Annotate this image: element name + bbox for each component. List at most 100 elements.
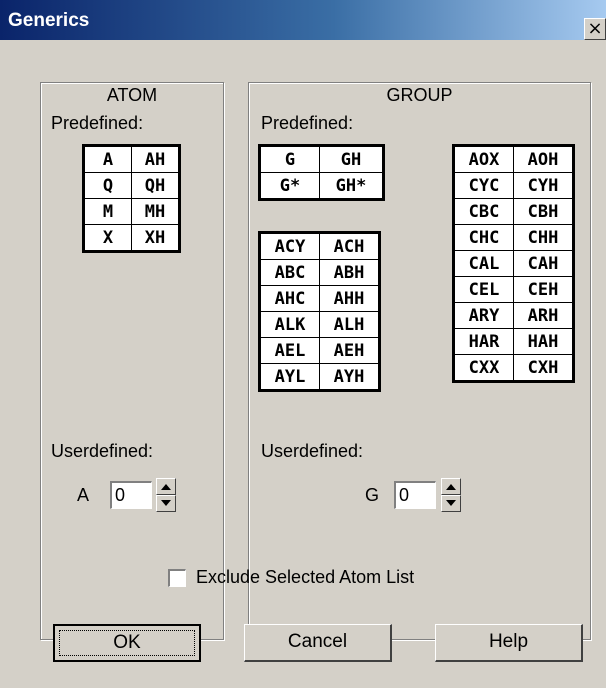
atom-spinner <box>156 478 176 512</box>
generic-code-cell: CYH <box>513 172 574 199</box>
generic-code-cell: HAR <box>453 328 514 355</box>
group-left-table: ACY ACH ABC ABH AHC AHH ALK ALH AEL AEH AYL AYH <box>258 231 381 392</box>
generic-code-cell: AOX <box>453 145 514 173</box>
generic-code-cell: M <box>83 198 132 225</box>
generic-code-cell: AEH <box>319 337 380 364</box>
generic-code-cell: CXH <box>513 354 574 382</box>
group-predefined-label: Predefined: <box>261 113 354 133</box>
group-spin-down-button[interactable] <box>441 495 461 512</box>
generic-code-cell: ACH <box>319 232 380 260</box>
generic-code-cell: AH <box>131 145 180 173</box>
table-row: CHC CHH <box>453 224 574 251</box>
table-row: CAL CAH <box>453 250 574 277</box>
chevron-down-icon <box>446 500 456 506</box>
table-row: G GH <box>259 145 384 173</box>
exclude-checkbox[interactable] <box>168 569 186 587</box>
group-title: GROUP <box>386 85 453 105</box>
group-userdefined-input[interactable]: 0 <box>394 481 436 509</box>
atom-userdefined-input[interactable]: 0 <box>110 481 152 509</box>
generic-code-cell: ACY <box>259 232 320 260</box>
generic-code-cell: GH* <box>319 172 384 200</box>
generic-code-cell: CHC <box>453 224 514 251</box>
generic-code-cell: CBH <box>513 198 574 225</box>
group-userdefined-label: Userdefined: <box>261 441 364 461</box>
table-row: AYL AYH <box>259 363 380 391</box>
generic-code-cell: AYL <box>259 363 320 391</box>
generic-code-cell: CEH <box>513 276 574 303</box>
generic-code-cell: Q <box>83 172 132 199</box>
atom-spin-prefix: A <box>77 485 90 505</box>
group-spin-up-button[interactable] <box>441 478 461 495</box>
table-row: ABC ABH <box>259 259 380 286</box>
generic-code-cell: CYC <box>453 172 514 199</box>
generic-code-cell: A <box>83 145 132 173</box>
atom-predefined-table: A AH Q QH M MH X XH <box>82 144 181 253</box>
generic-code-cell: ALH <box>319 311 380 338</box>
cancel-button[interactable]: Cancel <box>244 624 392 662</box>
generics-dialog: Generics × ATOM Predefined: A AH Q QH M MH X XH… <box>0 0 606 688</box>
group-spinner <box>441 478 461 512</box>
table-row: X XH <box>83 224 180 252</box>
atom-groupbox: ATOM Predefined: A AH Q QH M MH X XH Userdefine… <box>40 82 224 640</box>
group-small-table: G GH G* GH* <box>258 144 385 201</box>
ok-button[interactable]: OK <box>53 624 201 662</box>
chevron-down-icon <box>161 500 171 506</box>
generic-code-cell: MH <box>131 198 180 225</box>
close-icon[interactable]: × <box>584 18 606 40</box>
generic-code-cell: CEL <box>453 276 514 303</box>
atom-spin-up-button[interactable] <box>156 478 176 495</box>
table-row: AEL AEH <box>259 337 380 364</box>
generic-code-cell: ABC <box>259 259 320 286</box>
generic-code-cell: CAL <box>453 250 514 277</box>
generic-code-cell: GH <box>319 145 384 173</box>
generic-code-cell: ARH <box>513 302 574 329</box>
generic-code-cell: AHH <box>319 285 380 312</box>
table-row: AOX AOH <box>453 145 574 173</box>
cancel-button-label: Cancel <box>287 631 348 652</box>
chevron-up-icon <box>446 484 456 490</box>
group-spin-prefix: G <box>365 485 380 505</box>
table-row: CBC CBH <box>453 198 574 225</box>
table-row: M MH <box>83 198 180 225</box>
generic-code-cell: ALK <box>259 311 320 338</box>
chevron-up-icon <box>161 484 171 490</box>
table-row: CEL CEH <box>453 276 574 303</box>
generic-code-cell: ABH <box>319 259 380 286</box>
atom-userdefined-label: Userdefined: <box>51 441 154 461</box>
atom-title: ATOM <box>106 85 158 105</box>
table-row: Q QH <box>83 172 180 199</box>
table-row: CYC CYH <box>453 172 574 199</box>
generic-code-cell: ARY <box>453 302 514 329</box>
generic-code-cell: HAH <box>513 328 574 355</box>
table-row: ARY ARH <box>453 302 574 329</box>
title-bar: Generics × <box>0 0 606 40</box>
generic-code-cell: AHC <box>259 285 320 312</box>
table-row: ALK ALH <box>259 311 380 338</box>
generic-code-cell: CXX <box>453 354 514 382</box>
table-row: G* GH* <box>259 172 384 200</box>
exclude-checkbox-label[interactable]: Exclude Selected Atom List <box>196 567 414 588</box>
window-title: Generics <box>8 10 90 31</box>
table-row: HAR HAH <box>453 328 574 355</box>
atom-predefined-label: Predefined: <box>51 113 144 133</box>
group-groupbox: GROUP Predefined: G GH G* GH* ACY ACH ABC ABH A… <box>248 82 591 640</box>
table-row: AHC AHH <box>259 285 380 312</box>
generic-code-cell: QH <box>131 172 180 199</box>
generic-code-cell: CBC <box>453 198 514 225</box>
help-button-label: Help <box>488 631 529 652</box>
help-button[interactable]: Help <box>435 624 583 662</box>
generic-code-cell: CAH <box>513 250 574 277</box>
generic-code-cell: AYH <box>319 363 380 391</box>
atom-spin-down-button[interactable] <box>156 495 176 512</box>
generic-code-cell: G <box>259 145 320 173</box>
generic-code-cell: G* <box>259 172 320 200</box>
ok-button-label: OK <box>113 632 141 653</box>
table-row: A AH <box>83 145 180 173</box>
generic-code-cell: AEL <box>259 337 320 364</box>
generic-code-cell: XH <box>131 224 180 252</box>
generic-code-cell: AOH <box>513 145 574 173</box>
group-right-table: AOX AOH CYC CYH CBC CBH CHC CHH CAL CAH CEL CEH ARY A… <box>452 144 575 383</box>
table-row: ACY ACH <box>259 232 380 260</box>
table-row: CXX CXH <box>453 354 574 382</box>
generic-code-cell: CHH <box>513 224 574 251</box>
